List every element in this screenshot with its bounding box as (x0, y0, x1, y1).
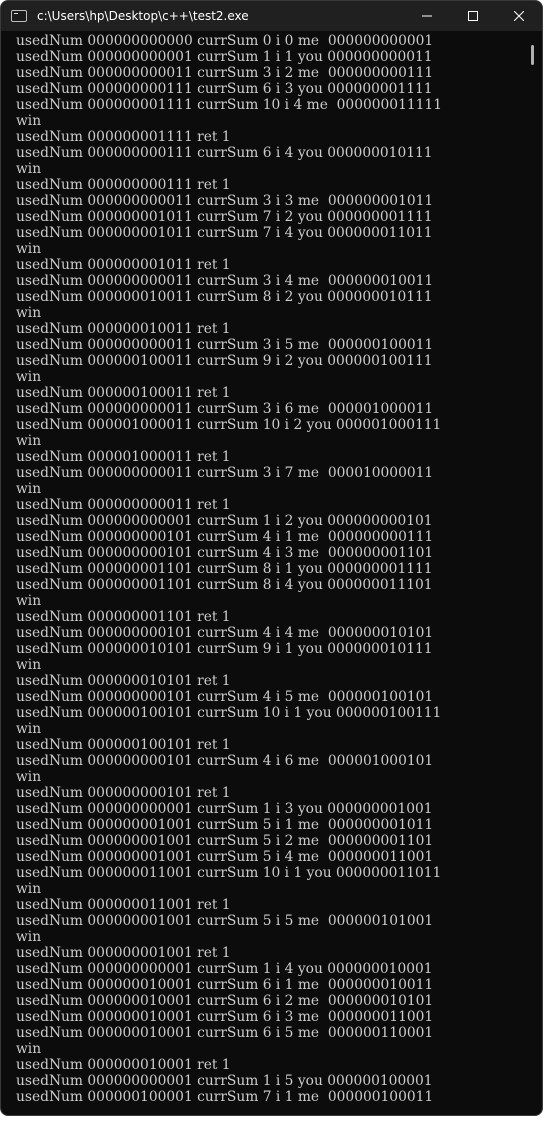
console-line: usedNum 000000011001 currSum 10 i 1 you … (16, 865, 442, 881)
console-line: win (16, 657, 42, 673)
scrollbar-thumb[interactable] (531, 45, 534, 65)
console-line: usedNum 000000001011 currSum 7 i 4 you 0… (16, 225, 433, 241)
console-line: win (16, 929, 42, 945)
console-line: usedNum 000000100101 ret 1 (16, 737, 231, 753)
console-line: win (16, 593, 42, 609)
console-line: usedNum 000000000011 currSum 3 i 2 me 00… (16, 65, 434, 81)
console-line: usedNum 000000010001 currSum 6 i 3 me 00… (16, 1009, 434, 1025)
console-line: win (16, 113, 42, 129)
console-line: usedNum 000000001111 ret 1 (16, 129, 231, 145)
console-line: usedNum 000000000101 currSum 4 i 3 me 00… (16, 545, 434, 561)
console-line: usedNum 000000001011 ret 1 (16, 257, 231, 273)
window-controls (404, 1, 542, 31)
console-line: usedNum 000000000000 currSum 0 i 0 me 00… (16, 33, 434, 49)
console-line: usedNum 000000000101 currSum 4 i 5 me 00… (16, 689, 434, 705)
console-line: win (16, 369, 42, 385)
console-line: win (16, 481, 42, 497)
console-line: win (16, 305, 42, 321)
console-line: usedNum 000000010101 currSum 9 i 1 you 0… (16, 641, 433, 657)
console-line: usedNum 000000010001 currSum 6 i 5 me 00… (16, 1025, 434, 1041)
minimize-icon (422, 15, 432, 17)
console-line: usedNum 000000001111 currSum 10 i 4 me 0… (16, 97, 442, 113)
console-line: usedNum 000000100001 currSum 7 i 1 me 00… (16, 1089, 434, 1105)
console-output[interactable]: usedNum 000000000000 currSum 0 i 0 me 00… (16, 33, 521, 1113)
console-line: usedNum 000000001101 ret 1 (16, 609, 231, 625)
console-line: usedNum 000000000111 ret 1 (16, 177, 231, 193)
console-line: usedNum 000000011001 ret 1 (16, 897, 231, 913)
console-line: usedNum 000000100101 currSum 10 i 1 you … (16, 705, 442, 721)
console-line: usedNum 000001000011 ret 1 (16, 449, 231, 465)
console-line: usedNum 000000100011 currSum 9 i 2 you 0… (16, 353, 433, 369)
console-line: win (16, 241, 42, 257)
console-line: usedNum 000000010001 ret 1 (16, 1057, 231, 1073)
console-line: usedNum 000000000001 currSum 1 i 3 you 0… (16, 801, 433, 817)
console-line: usedNum 000000010011 ret 1 (16, 321, 231, 337)
console-line: usedNum 000000000101 currSum 4 i 4 me 00… (16, 625, 434, 641)
console-app-icon (11, 10, 27, 22)
console-line: usedNum 000001000011 currSum 10 i 2 you … (16, 417, 442, 433)
console-line: usedNum 000000010011 currSum 8 i 2 you 0… (16, 289, 433, 305)
console-line: usedNum 000000000011 currSum 3 i 4 me 00… (16, 273, 434, 289)
console-line: usedNum 000000000111 currSum 6 i 3 you 0… (16, 81, 433, 97)
vertical-scrollbar[interactable] (528, 35, 538, 1113)
console-window: c:\Users\hp\Desktop\c++\test2.exe usedNu… (0, 0, 543, 1116)
console-line: usedNum 000000000101 ret 1 (16, 785, 231, 801)
console-line: usedNum 000000000101 currSum 4 i 6 me 00… (16, 753, 434, 769)
console-line: win (16, 721, 42, 737)
close-button[interactable] (496, 1, 542, 31)
console-line: usedNum 000000010001 currSum 6 i 2 me 00… (16, 993, 434, 1009)
console-line: usedNum 000000000011 ret 1 (16, 497, 231, 513)
console-line: usedNum 000000010101 ret 1 (16, 673, 231, 689)
console-line: usedNum 000000000111 currSum 6 i 4 you 0… (16, 145, 433, 161)
console-line: usedNum 000000001001 currSum 5 i 5 me 00… (16, 913, 434, 929)
maximize-icon (468, 11, 478, 21)
console-line: usedNum 000000000011 currSum 3 i 5 me 00… (16, 337, 434, 353)
console-line: win (16, 769, 42, 785)
console-line: usedNum 000000001011 currSum 7 i 2 you 0… (16, 209, 433, 225)
console-line: usedNum 000000000001 currSum 1 i 1 you 0… (16, 49, 433, 65)
console-line: usedNum 000000001001 currSum 5 i 1 me 00… (16, 817, 434, 833)
console-line: usedNum 000000000011 currSum 3 i 6 me 00… (16, 401, 434, 417)
console-line: usedNum 000000001101 currSum 8 i 4 you 0… (16, 577, 433, 593)
console-line: win (16, 881, 42, 897)
console-line: usedNum 000000000001 currSum 1 i 4 you 0… (16, 961, 433, 977)
console-line: usedNum 000000100011 ret 1 (16, 385, 231, 401)
close-icon (514, 11, 524, 21)
console-line: usedNum 000000000001 currSum 1 i 2 you 0… (16, 513, 433, 529)
console-line: win (16, 433, 42, 449)
console-line: usedNum 000000001001 currSum 5 i 4 me 00… (16, 849, 434, 865)
console-line: usedNum 000000000011 currSum 3 i 7 me 00… (16, 465, 434, 481)
console-line: usedNum 000000000101 currSum 4 i 1 me 00… (16, 529, 434, 545)
console-line: usedNum 000000001001 ret 1 (16, 945, 231, 961)
console-line: usedNum 000000000011 currSum 3 i 3 me 00… (16, 193, 434, 209)
maximize-button[interactable] (450, 1, 496, 31)
console-line: win (16, 1041, 42, 1057)
minimize-button[interactable] (404, 1, 450, 31)
window-title: c:\Users\hp\Desktop\c++\test2.exe (37, 9, 249, 23)
console-line: win (16, 161, 42, 177)
title-bar[interactable]: c:\Users\hp\Desktop\c++\test2.exe (1, 1, 542, 31)
console-line: usedNum 000000000001 currSum 1 i 5 you 0… (16, 1073, 433, 1089)
console-line: usedNum 000000010001 currSum 6 i 1 me 00… (16, 977, 434, 993)
console-line: usedNum 000000001101 currSum 8 i 1 you 0… (16, 561, 433, 577)
console-line: usedNum 000000001001 currSum 5 i 2 me 00… (16, 833, 434, 849)
